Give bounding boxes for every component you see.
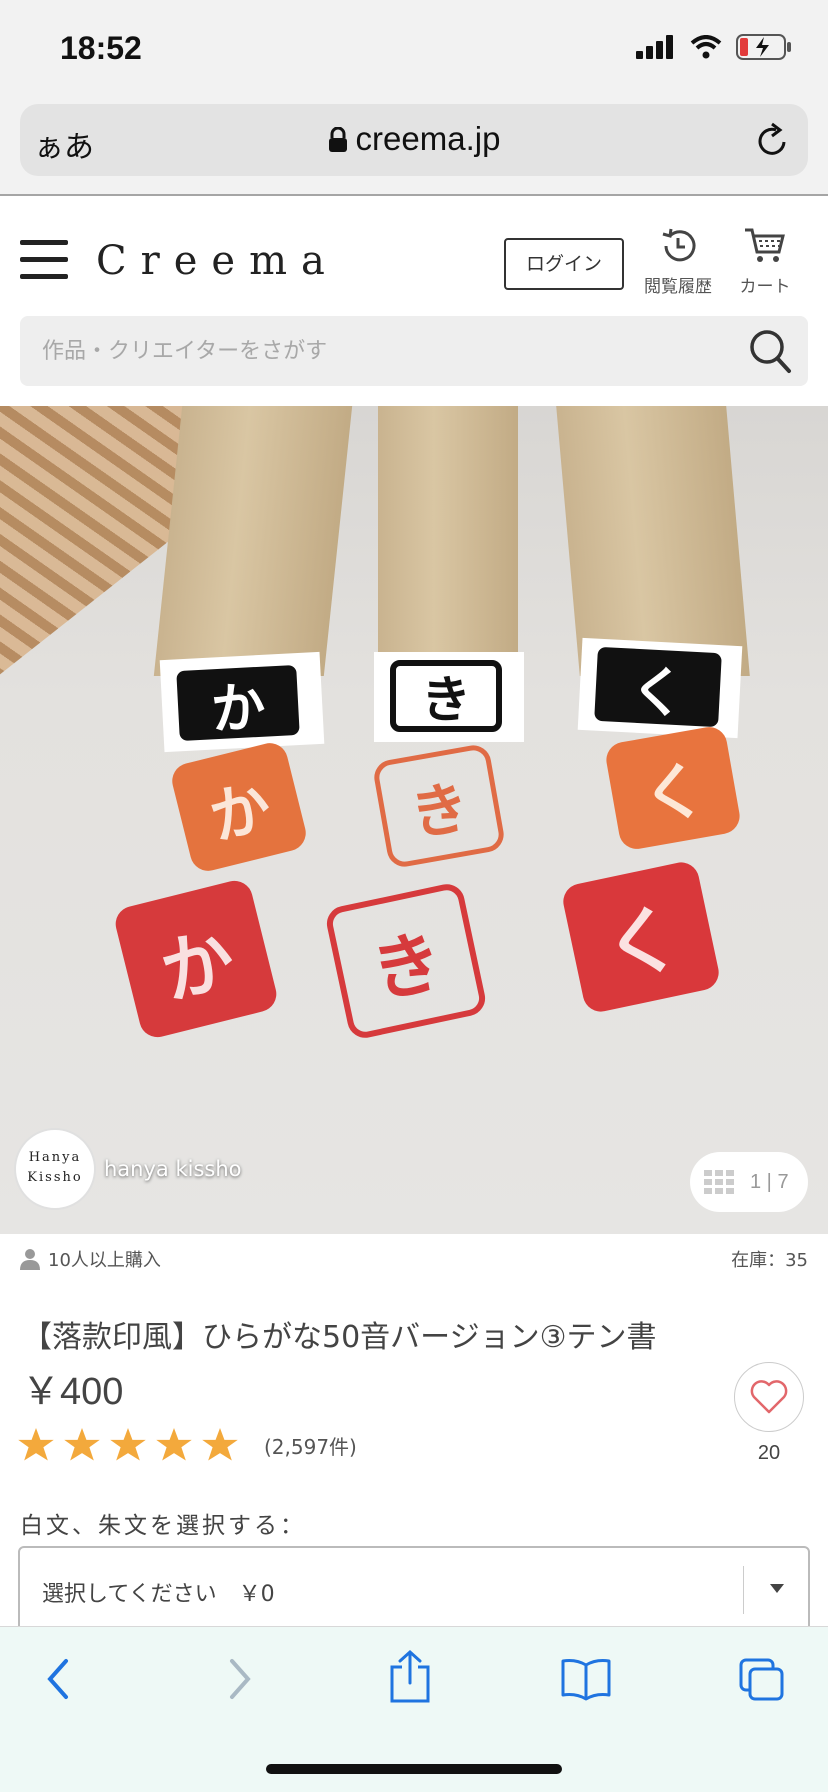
star-icon xyxy=(18,1428,54,1461)
product-meta: 10人以上購入 在庫：35 xyxy=(20,1246,808,1276)
product-price: ￥400 xyxy=(22,1371,124,1413)
buyers-info: 10人以上購入 xyxy=(20,1246,161,1272)
bookmarks-icon[interactable] xyxy=(560,1657,612,1701)
search-input[interactable] xyxy=(42,330,682,372)
tabs-icon[interactable] xyxy=(738,1657,786,1703)
favorite-circle[interactable] xyxy=(734,1362,804,1432)
buyers-count: 10人以上購入 xyxy=(48,1250,161,1271)
star-icon xyxy=(156,1428,192,1461)
url-host-text: creema.jp xyxy=(355,120,501,157)
stamp-imprint: く xyxy=(603,724,743,852)
image-counter: 1 | 7 xyxy=(750,1170,789,1193)
shop-badge[interactable]: Hanya Kissho hanya kissho xyxy=(14,1128,242,1210)
stamp-kana: か xyxy=(176,664,300,742)
status-icons xyxy=(636,34,792,60)
product-title: 【落款印風】ひらがな50音バージョン③テン書 xyxy=(22,1320,657,1355)
status-time: 18:52 xyxy=(60,30,142,66)
status-bar: 18:52 xyxy=(0,0,828,100)
shop-name[interactable]: hanya kissho xyxy=(104,1157,242,1181)
login-button[interactable]: ログイン xyxy=(504,238,624,290)
star-icon xyxy=(202,1428,238,1461)
history-button[interactable]: 閲覧履歴 xyxy=(640,226,716,297)
option-select-value: 選択してください ￥0 xyxy=(42,1582,275,1607)
stamp-kana: き xyxy=(390,660,502,732)
share-icon[interactable] xyxy=(388,1649,432,1705)
url-host[interactable]: creema.jp xyxy=(20,120,808,158)
url-field[interactable]: ぁあ creema.jp xyxy=(20,104,808,176)
wifi-icon xyxy=(690,35,722,59)
favorite-button[interactable]: 20 xyxy=(734,1362,804,1465)
chevron-down-icon xyxy=(770,1584,784,1593)
home-indicator xyxy=(266,1764,562,1774)
stamp-stick xyxy=(378,406,518,666)
stamp-imprint: か xyxy=(168,739,310,875)
cellular-signal-icon xyxy=(636,35,673,59)
stamp-kana: く xyxy=(594,646,722,728)
reload-icon[interactable] xyxy=(756,122,790,158)
lock-icon xyxy=(328,126,347,152)
creema-logo[interactable]: Creema xyxy=(96,238,339,284)
stock-count: 在庫：35 xyxy=(731,1250,808,1271)
option-label: 白文、朱文を選択する： xyxy=(20,1513,306,1539)
stamp-stick xyxy=(556,406,750,676)
back-icon[interactable] xyxy=(42,1657,78,1701)
menu-icon[interactable] xyxy=(20,240,68,280)
star-icon xyxy=(64,1428,100,1461)
site-header: Creema ログイン 閲覧履歴 カート xyxy=(0,198,828,312)
image-counter-total: 7 xyxy=(777,1170,789,1193)
star-icon xyxy=(110,1428,146,1461)
cart-button[interactable]: カート xyxy=(734,226,796,297)
rating[interactable]: (2,597件) xyxy=(18,1428,357,1462)
battery-low-charging-icon xyxy=(736,34,791,60)
grid-icon xyxy=(704,1170,734,1194)
forward-icon[interactable] xyxy=(220,1657,256,1701)
search-icon[interactable] xyxy=(748,328,792,374)
cart-icon xyxy=(745,228,785,262)
product-image[interactable]: か き く か き く か き く xyxy=(0,406,828,1234)
favorite-count: 20 xyxy=(757,1442,781,1464)
image-counter-button[interactable]: 1 | 7 xyxy=(690,1152,808,1212)
stamp-imprint: き xyxy=(371,742,507,870)
review-count[interactable]: (2,597件) xyxy=(264,1431,357,1460)
browser-address-bar: ぁあ creema.jp xyxy=(0,100,828,196)
history-icon xyxy=(662,228,696,262)
stamp-imprint: き xyxy=(323,880,489,1042)
heart-icon xyxy=(750,1380,788,1414)
stamp-stick xyxy=(153,406,353,676)
shop-avatar-line2: Kissho xyxy=(27,1170,83,1185)
select-divider xyxy=(743,1566,744,1614)
stamp-imprint: く xyxy=(559,859,723,1015)
shop-avatar[interactable]: Hanya Kissho xyxy=(14,1128,96,1210)
search-bar xyxy=(20,316,808,386)
option-select[interactable]: 選択してください ￥0 xyxy=(18,1546,810,1632)
history-label: 閲覧履歴 xyxy=(644,277,712,297)
shop-avatar-line1: Hanya xyxy=(28,1150,82,1165)
person-icon xyxy=(20,1249,40,1270)
cart-label: カート xyxy=(739,277,791,297)
stamp-imprint: か xyxy=(111,877,281,1041)
image-counter-current: 1 xyxy=(750,1170,762,1193)
